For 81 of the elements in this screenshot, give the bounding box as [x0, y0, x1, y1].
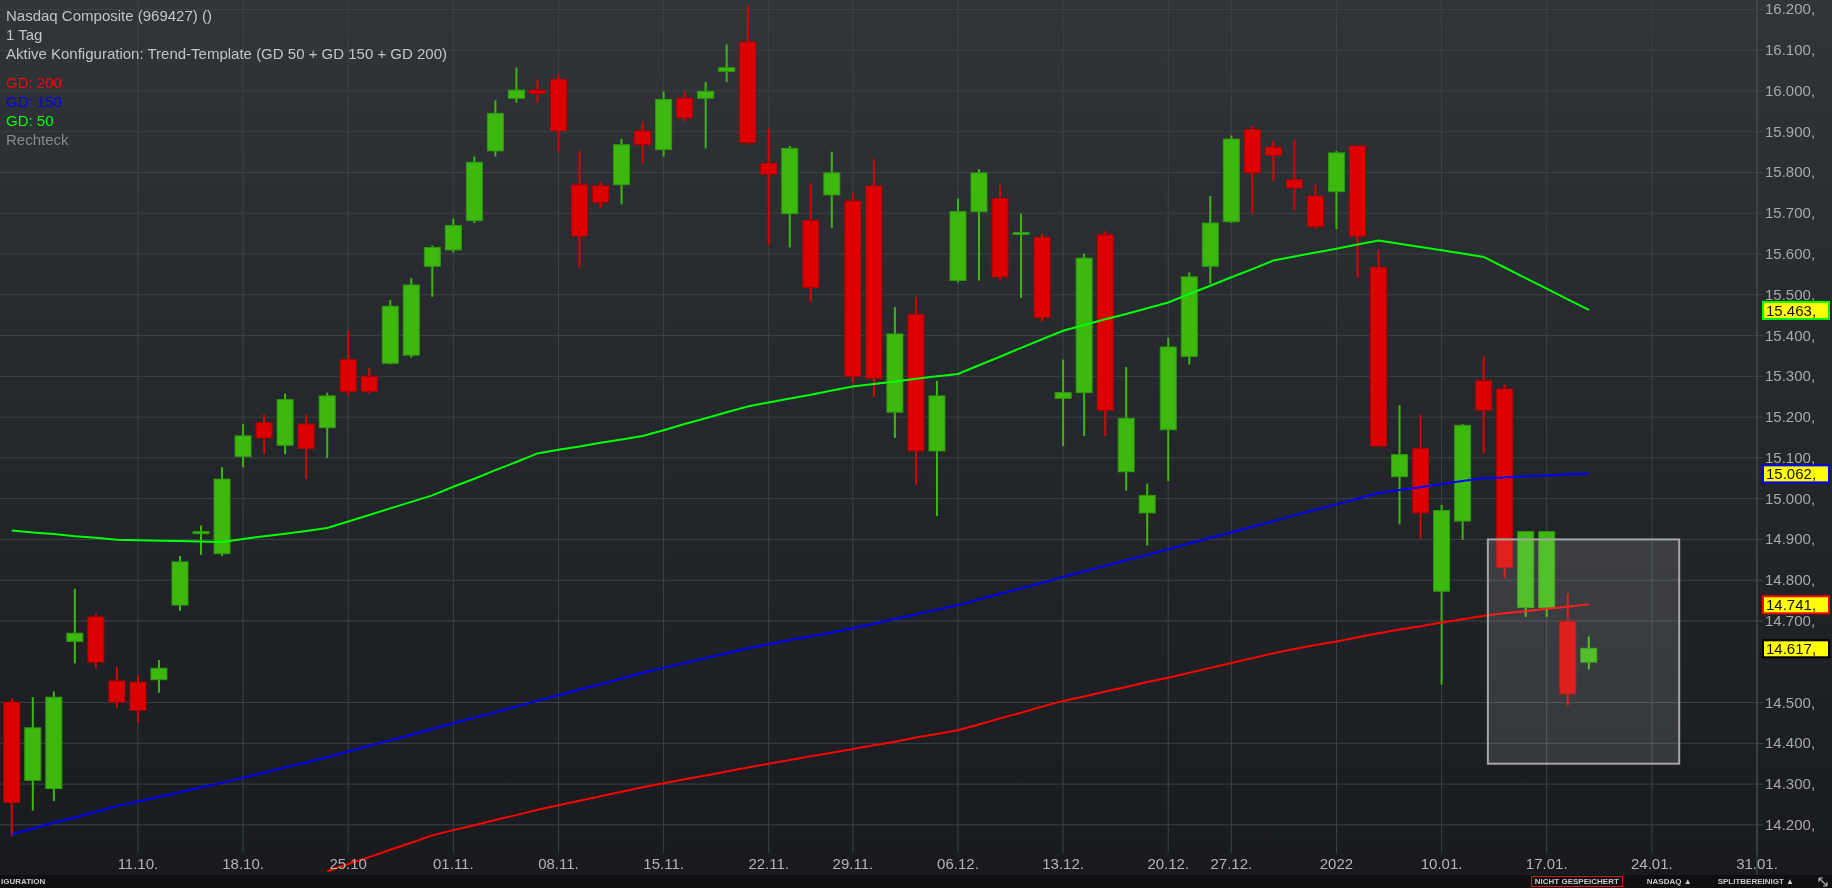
y-axis-label: 15.100, [1765, 448, 1816, 466]
candlestick [87, 612, 105, 670]
candlestick [1138, 482, 1156, 547]
y-axis-label: 15.500, [1765, 285, 1816, 303]
y-axis-label: 14.300, [1765, 775, 1816, 793]
resize-icon[interactable] [1818, 876, 1828, 887]
price-label: 14.741, [1766, 596, 1817, 614]
y-axis-label: 15.000, [1765, 489, 1816, 507]
candlestick [129, 674, 147, 724]
y-axis-label: 15.600, [1765, 245, 1816, 262]
x-axis-label: 01.11. [433, 855, 474, 872]
x-axis-label: 06.12. [937, 855, 979, 872]
candlestick [360, 366, 378, 395]
candlestick [276, 392, 294, 456]
x-axis-label: 08.11. [538, 855, 579, 872]
status-text: IGURATION [0, 876, 46, 887]
x-axis-label: 10.01. [1420, 855, 1463, 872]
y-axis-label: 14.400, [1765, 734, 1816, 752]
x-axis-label: 27.12. [1210, 855, 1253, 872]
legend-item[interactable]: Rechteck [6, 130, 69, 149]
candlestick [655, 90, 673, 158]
candlestick [108, 666, 126, 709]
x-axis-label: 18.10. [222, 855, 264, 872]
period-label: 1 Tag [6, 25, 44, 44]
candlestick [1264, 140, 1282, 183]
x-axis-label: 31.01. [1736, 855, 1778, 872]
candlestick [528, 78, 546, 104]
y-axis-label: 15.900, [1765, 122, 1816, 140]
candlestick [234, 423, 252, 469]
price-label: 15.062, [1766, 465, 1817, 483]
candlestick [592, 181, 610, 209]
menu-button[interactable]: SPLITBEREINIGT ▲ [1715, 877, 1796, 886]
candlestick [613, 138, 631, 206]
x-axis-label: 11.10. [117, 855, 159, 872]
candlestick [423, 244, 441, 298]
y-axis-label: 16.000, [1765, 81, 1816, 99]
candlestick [192, 524, 210, 556]
candlestick [634, 120, 652, 165]
x-axis-label: 29.11. [832, 855, 874, 872]
y-axis-label: 16.100, [1765, 41, 1816, 59]
y-axis-label: 14.800, [1765, 571, 1816, 589]
y-axis-label: 14.700, [1765, 612, 1816, 629]
candlestick [171, 555, 189, 612]
candlestick [1306, 183, 1324, 231]
x-axis-label: 17.01. [1525, 855, 1568, 872]
candlestick [1580, 635, 1598, 671]
candlestick [255, 413, 273, 456]
price-label: 15.463, [1766, 301, 1817, 319]
candlestick [676, 90, 694, 123]
y-axis-label: 14.200, [1765, 815, 1816, 833]
candlestick [465, 155, 483, 225]
x-axis-label: 13.12. [1042, 855, 1084, 872]
y-axis-label: 16.200, [1765, 0, 1816, 18]
y-axis-label: 14.900, [1765, 530, 1816, 548]
x-axis-label: 20.12. [1147, 855, 1190, 872]
chart-title: Nasdaq Composite (969427) () [6, 6, 213, 25]
candlestick [444, 217, 462, 254]
save-status-button[interactable]: NICHT GESPEICHERT [1530, 876, 1623, 887]
x-axis-label: 2022 [1319, 855, 1354, 872]
candlestick [507, 66, 525, 104]
candlestick [486, 99, 504, 158]
menu-button[interactable]: NASDAQ ▲ [1644, 877, 1694, 886]
candlestick [150, 659, 168, 694]
configuration-label: Aktive Konfiguration: Trend-Template (GD 50 + GD 150 + GD 200) [6, 44, 448, 63]
x-axis-label: 15.11. [643, 855, 684, 872]
candlestick [718, 43, 736, 83]
x-axis-label: 24.01. [1631, 855, 1673, 872]
price-label: 14.617, [1766, 640, 1817, 658]
y-axis-label: 15.800, [1765, 163, 1816, 181]
y-axis-label: 15.300, [1765, 367, 1816, 385]
candlestick [381, 299, 399, 366]
y-axis-label: 15.400, [1765, 326, 1816, 344]
y-axis-label: 15.200, [1765, 408, 1816, 426]
candlestick [297, 413, 315, 481]
candlestick [339, 329, 357, 397]
y-axis-label: 15.700, [1765, 204, 1816, 222]
y-axis-label: 14.500, [1765, 693, 1816, 711]
legend-item[interactable]: GD: 50 [6, 111, 54, 130]
candlestick [697, 80, 715, 150]
candlestick [318, 391, 336, 459]
x-axis-label: 22.11. [748, 855, 790, 872]
